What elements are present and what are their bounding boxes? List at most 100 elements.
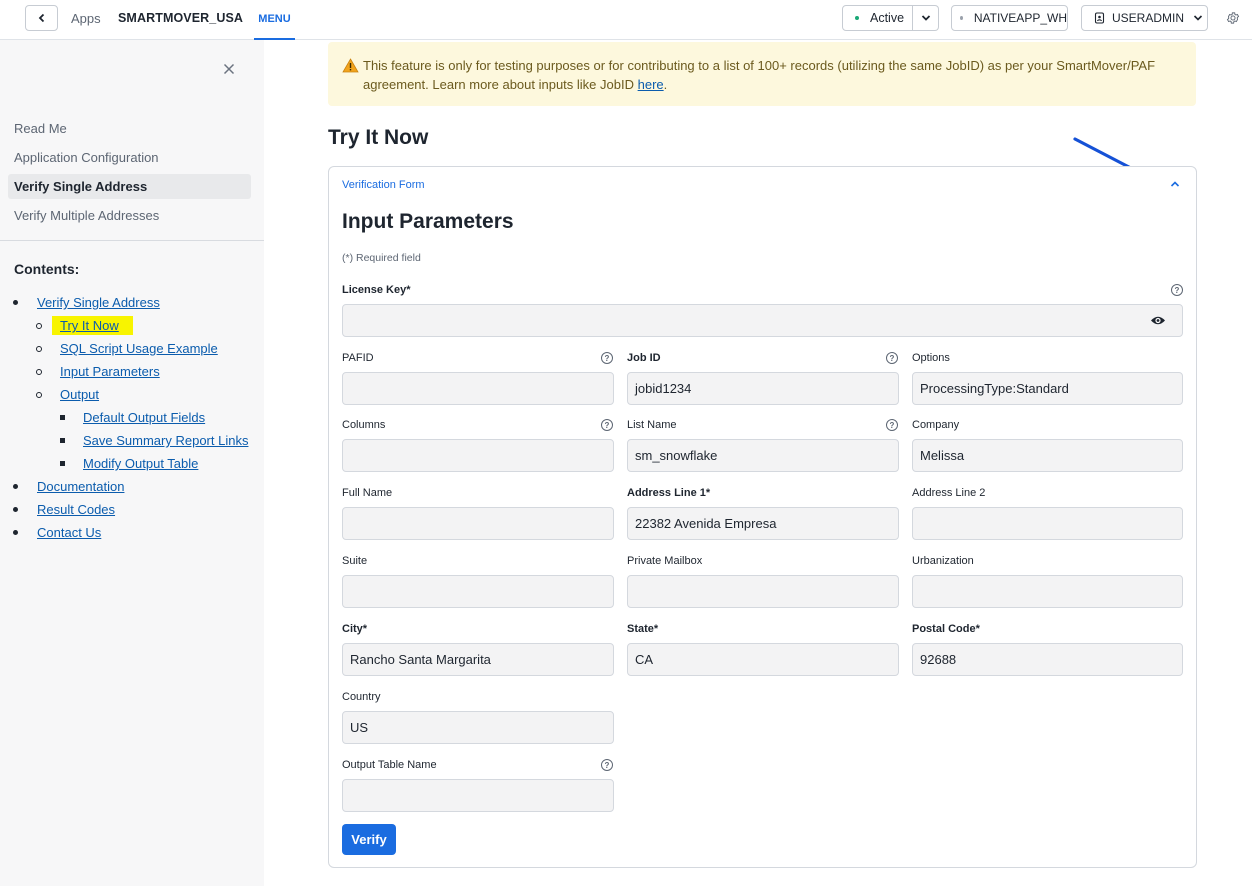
state-input[interactable]: CA (627, 643, 899, 676)
status-dot-icon (855, 16, 859, 20)
list-name-input[interactable]: sm_snowflake (627, 439, 899, 472)
pafid-input[interactable] (342, 372, 614, 405)
toc-input-parameters[interactable]: Input Parameters (60, 364, 160, 379)
status-selector: Active (842, 5, 939, 31)
toc-result-codes[interactable]: Result Codes (37, 502, 115, 517)
warning-here-link[interactable]: here (638, 77, 664, 92)
country-input[interactable]: US (342, 711, 614, 744)
toc-save-summary-report-links[interactable]: Save Summary Report Links (83, 433, 248, 448)
pafid-label: PAFID (342, 352, 374, 364)
sidebar-item-read-me[interactable]: Read Me (8, 116, 251, 141)
postal-code-label: Postal Code* (912, 623, 980, 635)
address-line-2-label: Address Line 2 (912, 487, 986, 499)
toc-default-output-fields[interactable]: Default Output Fields (83, 410, 205, 425)
sidebar-item-verify-multiple-addresses[interactable]: Verify Multiple Addresses (8, 203, 251, 228)
sidebar-divider (0, 240, 264, 241)
status-label: Active (870, 11, 905, 25)
sidebar-item-verify-single-address[interactable]: Verify Single Address (8, 174, 251, 199)
warning-banner: This feature is only for testing purpose… (328, 42, 1196, 106)
suite-input[interactable] (342, 575, 614, 608)
company-input[interactable]: Melissa (912, 439, 1183, 472)
sidebar: Read Me Application Configuration Verify… (0, 40, 264, 886)
chevron-left-icon (38, 13, 44, 23)
bullet-icon (13, 300, 18, 305)
back-button[interactable] (25, 5, 58, 31)
contents-title: Contents: (14, 261, 80, 277)
output-table-name-label: Output Table Name (342, 759, 437, 771)
options-label: Options (912, 352, 950, 364)
form-section-label: Verification Form (342, 179, 425, 191)
verify-button[interactable]: Verify (342, 824, 396, 855)
help-icon[interactable]: ? (886, 419, 898, 431)
output-table-name-input[interactable] (342, 779, 614, 812)
warehouse-label: NATIVEAPP_WH (973, 11, 1067, 25)
gear-icon[interactable] (1226, 11, 1240, 25)
private-mailbox-input[interactable] (627, 575, 899, 608)
bullet-icon (60, 438, 65, 443)
apps-link[interactable]: Apps (71, 11, 101, 26)
options-input[interactable]: ProcessingType:Standard (912, 372, 1183, 405)
country-label: Country (342, 691, 381, 703)
user-badge-icon (1094, 12, 1105, 24)
bullet-icon (13, 530, 18, 535)
job-id-label: Job ID (627, 352, 661, 364)
city-label: City* (342, 623, 368, 635)
warehouse-dot-icon (960, 16, 963, 20)
company-label: Company (912, 419, 960, 431)
toc-documentation[interactable]: Documentation (37, 479, 124, 494)
bullet-icon (36, 369, 42, 375)
city-input[interactable]: Rancho Santa Margarita (342, 643, 614, 676)
warehouse-selector[interactable]: NATIVEAPP_WH (951, 5, 1068, 31)
bullet-icon (60, 415, 65, 420)
app-name: SMARTMOVER_USA (118, 11, 244, 25)
close-icon[interactable] (222, 62, 236, 76)
toc-modify-output-table[interactable]: Modify Output Table (83, 456, 198, 471)
address-line-1-label: Address Line 1* (627, 487, 711, 499)
role-selector[interactable]: USERADMIN (1081, 5, 1208, 31)
toc-contact-us[interactable]: Contact Us (37, 525, 101, 540)
postal-code-input[interactable]: 92688 (912, 643, 1183, 676)
toc-sql-script-usage-example[interactable]: SQL Script Usage Example (60, 341, 218, 356)
toc-try-it-now-label: Try It Now (52, 316, 133, 335)
chevron-down-icon (921, 15, 930, 21)
full-name-input[interactable] (342, 507, 614, 540)
list-name-label: List Name (627, 419, 677, 431)
menu-tab[interactable]: MENU (254, 0, 295, 40)
help-icon[interactable]: ? (601, 419, 613, 431)
help-icon[interactable]: ? (886, 352, 898, 364)
license-key-label: License Key* (342, 284, 411, 296)
columns-input[interactable] (342, 439, 614, 472)
chevron-up-icon[interactable] (1169, 179, 1181, 189)
bullet-icon (36, 346, 42, 352)
eye-icon[interactable] (1150, 315, 1166, 326)
bullet-icon (13, 484, 18, 489)
role-label: USERADMIN (1112, 11, 1185, 25)
top-bar: Apps SMARTMOVER_USA MENU Active NATIVEAP… (0, 0, 1252, 40)
suite-label: Suite (342, 555, 368, 567)
help-icon[interactable]: ? (1171, 284, 1183, 296)
license-key-input[interactable] (342, 304, 1183, 337)
status-dropdown[interactable] (913, 5, 939, 31)
verification-form-card: Verification Form Input Parameters (*) R… (328, 166, 1197, 868)
warning-icon (342, 58, 359, 73)
job-id-input[interactable]: jobid1234 (627, 372, 899, 405)
address-line-1-input[interactable]: 22382 Avenida Empresa (627, 507, 899, 540)
toc-output[interactable]: Output (60, 387, 99, 402)
help-icon[interactable]: ? (601, 352, 613, 364)
required-note: (*) Required field (342, 252, 421, 264)
bullet-icon (60, 461, 65, 466)
bullet-icon (36, 392, 42, 398)
status-button[interactable]: Active (842, 5, 913, 31)
toc-verify-single-address[interactable]: Verify Single Address (37, 295, 160, 310)
state-label: State* (627, 623, 659, 635)
warning-text: This feature is only for testing purpose… (363, 58, 1156, 92)
bullet-icon (13, 507, 18, 512)
form-title: Input Parameters (342, 210, 514, 233)
address-line-2-input[interactable] (912, 507, 1183, 540)
help-icon[interactable]: ? (601, 759, 613, 771)
urbanization-input[interactable] (912, 575, 1183, 608)
page-title: Try It Now (328, 126, 429, 149)
toc-try-it-now[interactable]: Try It Now (52, 316, 133, 335)
sidebar-nav: Read Me Application Configuration Verify… (8, 116, 251, 232)
sidebar-item-application-configuration[interactable]: Application Configuration (8, 145, 251, 170)
